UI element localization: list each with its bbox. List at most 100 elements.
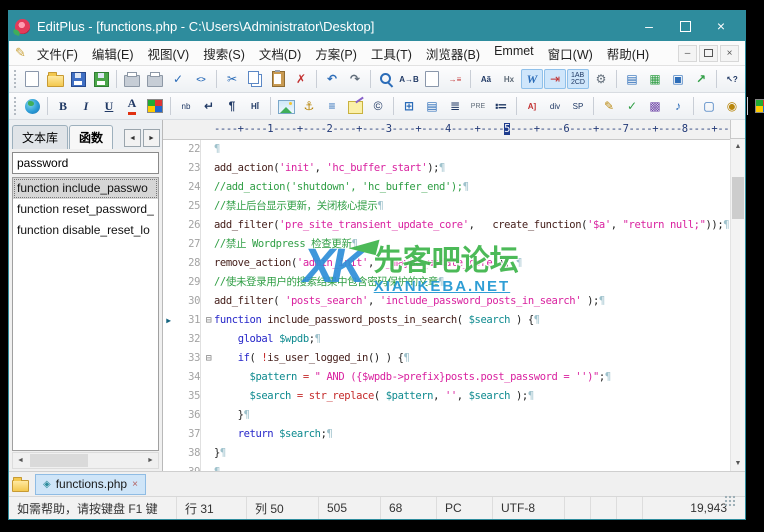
tab-scroll-left-button[interactable]: ◄ [124, 129, 141, 147]
insert-table-button[interactable]: ⊞ [398, 96, 420, 116]
vertical-scroll-thumb[interactable] [732, 177, 744, 219]
menu-item[interactable]: 文档(D) [252, 42, 308, 65]
paragraph-tag-button[interactable]: ¶ [221, 96, 243, 116]
paste-button[interactable] [267, 69, 289, 89]
find-button[interactable] [375, 69, 397, 89]
underline-button[interactable]: U [98, 96, 120, 116]
tab-close-icon[interactable]: × [132, 479, 138, 490]
directory-window-button[interactable]: ▦ [644, 69, 666, 89]
code-text[interactable]: ¶ [214, 140, 745, 159]
vertical-scrollbar[interactable]: ▲ ▼ [730, 139, 745, 471]
undo-button[interactable]: ↶ [321, 69, 343, 89]
preformatted-tag-button[interactable]: PRE [467, 96, 489, 116]
syntax-check-button[interactable]: ✓ [621, 96, 643, 116]
split-box[interactable] [730, 120, 745, 139]
print-preview-button[interactable] [121, 69, 143, 89]
function-filter-input[interactable] [12, 152, 159, 174]
mdi-minimize-button[interactable]: – [678, 45, 697, 62]
code-text[interactable]: $pattern = " AND ({$wpdb->prefix}posts.p… [214, 368, 745, 387]
insert-comment-button[interactable] [344, 96, 366, 116]
redo-button[interactable]: ↷ [344, 69, 366, 89]
insert-movie-button[interactable]: ▩ [644, 96, 666, 116]
output-window-button[interactable]: ▣ [667, 69, 689, 89]
scroll-up-arrow[interactable]: ▲ [731, 139, 745, 154]
edit-script-button[interactable]: ✎ [598, 96, 620, 116]
list-tag-button[interactable]: ≔ [490, 96, 512, 116]
color-palette-button[interactable] [144, 96, 166, 116]
code-text[interactable]: //禁止 Wordpress 检查更新¶ [214, 235, 745, 254]
code-text[interactable]: //禁止后台显示更新，关闭核心提示¶ [214, 197, 745, 216]
scroll-left-arrow[interactable]: ◄ [13, 453, 28, 468]
scroll-right-arrow[interactable]: ► [143, 453, 158, 468]
hex-view-button[interactable]: Hx [498, 69, 520, 89]
menu-item[interactable]: 浏览器(B) [419, 42, 487, 65]
named-anchor-button[interactable]: A] [521, 96, 543, 116]
resize-grip[interactable] [724, 495, 735, 506]
sidebar-horizontal-scrollbar[interactable]: ◄ ► [12, 452, 159, 469]
mdi-restore-button[interactable] [699, 45, 718, 62]
display-colors-button[interactable] [752, 96, 764, 116]
fold-marker[interactable]: ⊟ [203, 349, 214, 368]
nonbreaking-space-button[interactable]: nb [175, 96, 197, 116]
browser-window-button[interactable]: ↗ [690, 69, 712, 89]
code-area[interactable]: 22¶23add_action('init', 'hc_buffer_start… [163, 140, 745, 471]
print-button[interactable] [144, 69, 166, 89]
line-numbers-button[interactable]: 1AB 2CD [567, 69, 589, 89]
code-text[interactable]: add_filter('pre_site_transient_update_co… [214, 216, 745, 235]
close-button[interactable]: × [703, 11, 739, 41]
delete-button[interactable]: ✗ [290, 69, 312, 89]
tab-functions[interactable]: 函数 [69, 125, 113, 149]
toolbar-grip[interactable] [14, 70, 16, 88]
cut-button[interactable]: ✂ [221, 69, 243, 89]
font-color-button[interactable]: A [121, 96, 143, 116]
horizontal-rule-button[interactable]: ≡ [321, 96, 343, 116]
maximize-button[interactable] [667, 11, 703, 41]
span-tag-button[interactable]: SP [567, 96, 589, 116]
code-text[interactable]: if( !is_user_logged_in() ) {¶ [214, 349, 745, 368]
goto-line-button[interactable]: →≡ [444, 69, 466, 89]
italic-button[interactable]: I [75, 96, 97, 116]
code-text[interactable]: //add_action('shutdown', 'hc_buffer_end'… [214, 178, 745, 197]
insert-anchor-button[interactable]: ⚓ [298, 96, 320, 116]
insert-image-button[interactable] [275, 96, 297, 116]
code-text[interactable]: function include_password_posts_in_searc… [214, 311, 745, 330]
minimize-button[interactable]: – [631, 11, 667, 41]
menu-item[interactable]: Emmet [487, 42, 541, 65]
function-list-item[interactable]: function reset_password_ [13, 199, 158, 220]
scroll-thumb[interactable] [30, 454, 88, 467]
form-tag-button[interactable]: ▢ [698, 96, 720, 116]
menu-item[interactable]: 方案(P) [308, 42, 364, 65]
code-text[interactable]: ¶ [214, 463, 745, 471]
code-text[interactable]: global $wpdb;¶ [214, 330, 745, 349]
folder-icon[interactable] [12, 480, 29, 492]
form-elements-button[interactable]: ◉ [721, 96, 743, 116]
editor-pane[interactable]: ----+----1----+----2----+----3----+----4… [163, 120, 745, 471]
mdi-close-button[interactable]: × [720, 45, 739, 62]
menu-item[interactable]: 文件(F) [30, 42, 85, 65]
word-wrap-button[interactable]: W [521, 69, 543, 89]
align-center-button[interactable]: ≣ [444, 96, 466, 116]
menu-item[interactable]: 搜索(S) [196, 42, 252, 65]
special-character-button[interactable]: © [367, 96, 389, 116]
code-text[interactable]: //使未登录用户的搜索结果中包含密码保护的文章¶ [214, 273, 745, 292]
function-list-item[interactable]: function disable_reset_lo [13, 220, 158, 241]
menu-item[interactable]: 工具(T) [364, 42, 419, 65]
code-text[interactable]: }¶ [214, 406, 745, 425]
menu-item[interactable]: 编辑(E) [85, 42, 141, 65]
document-tab-functions-php[interactable]: ◈ functions.php × [35, 474, 146, 495]
code-text[interactable]: add_action('init', 'hc_buffer_start');¶ [214, 159, 745, 178]
document-selector-button[interactable]: ▤ [621, 69, 643, 89]
view-in-browser-button[interactable] [21, 96, 43, 116]
table-header-button[interactable]: ▤ [421, 96, 443, 116]
code-text[interactable]: add_filter( 'posts_search', 'include_pas… [214, 292, 745, 311]
find-in-files-button[interactable] [421, 69, 443, 89]
code-text[interactable]: $search = str_replace( $pattern, '', $se… [214, 387, 745, 406]
code-text[interactable]: remove_action('admin_init', '_maybe_upda… [214, 254, 745, 273]
bold-button[interactable]: B [52, 96, 74, 116]
save-file-button[interactable] [67, 69, 89, 89]
line-break-button[interactable]: ↵ [198, 96, 220, 116]
set-font-button[interactable]: Aã [475, 69, 497, 89]
scroll-down-arrow[interactable]: ▼ [731, 456, 745, 471]
save-all-button[interactable] [90, 69, 112, 89]
fold-marker[interactable]: ⊟ [203, 311, 214, 330]
